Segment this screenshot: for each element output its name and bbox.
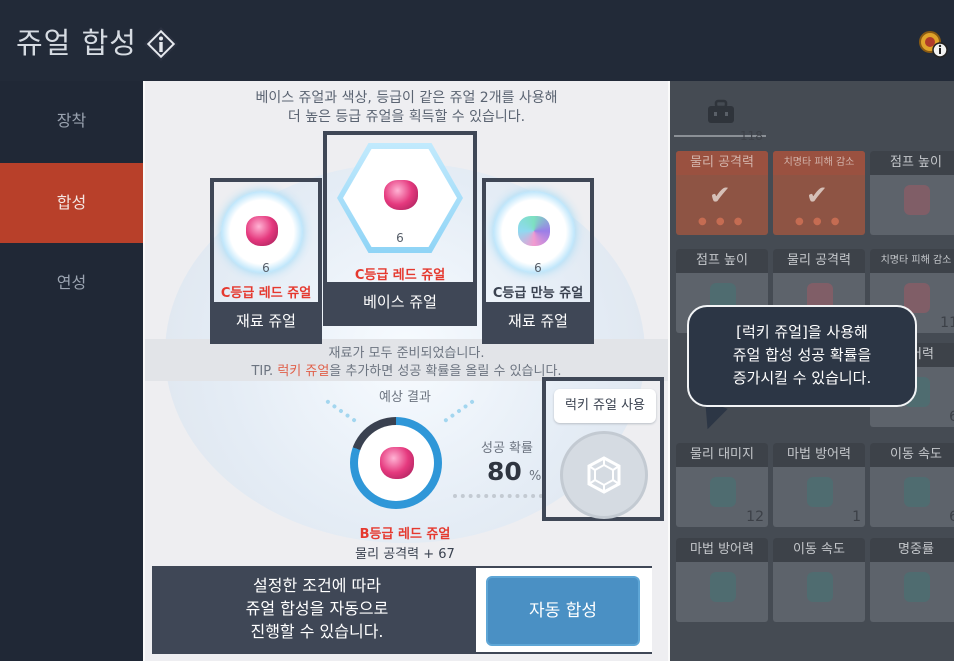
jewel-tile[interactable]: 치명타 피해 감소 ✔ ● ● ● xyxy=(773,151,865,235)
tile-label: 이동 속도 xyxy=(870,443,954,467)
slot-caption: 재료 쥬얼 xyxy=(214,302,318,340)
tile-count: 6 xyxy=(949,409,954,425)
jewel-icon xyxy=(904,572,930,602)
description: 베이스 쥬얼과 색상, 등급이 같은 쥬얼 2개를 사용해 더 높은 등급 쥬얼… xyxy=(145,89,668,127)
jewel-tile[interactable]: 물리 대미지 12 xyxy=(676,443,768,527)
top-bar: 쥬얼 합성 xyxy=(0,0,954,81)
result-ring-inner xyxy=(358,425,434,501)
ready-text: 재료가 모두 준비되었습니다. xyxy=(328,346,485,361)
jewel-tile[interactable]: 마법 방어력 1 xyxy=(773,443,865,527)
slot-caption: 베이스 쥬얼 xyxy=(327,282,473,322)
jewel-icon xyxy=(904,185,930,215)
lucky-jewel-button[interactable] xyxy=(560,431,648,519)
material-slot-right[interactable]: 6 C등급 만능 쥬얼 재료 쥬얼 xyxy=(482,178,594,344)
jewel-tile[interactable]: 물리 공격력 ✔ ● ● ● xyxy=(676,151,768,235)
dotted-connector xyxy=(453,494,543,498)
check-icon: ✔ xyxy=(709,181,731,211)
tile-label: 치명타 피해 감소 xyxy=(870,249,954,273)
red-jewel-icon xyxy=(384,180,418,210)
star-dots: ● ● ● xyxy=(795,216,843,227)
sidebar: 장착 합성 연성 xyxy=(0,81,143,661)
all-round-jewel-icon xyxy=(518,216,550,246)
lucky-jewel-label: 럭키 쥬얼 사용 xyxy=(554,389,656,423)
info-diamond-icon[interactable] xyxy=(143,26,179,62)
coin-info-icon[interactable] xyxy=(918,30,948,60)
red-jewel-icon xyxy=(380,447,414,479)
tile-label: 물리 공격력 xyxy=(773,249,865,273)
tile-label: 명중률 xyxy=(870,538,954,562)
jewel-count: 6 xyxy=(534,261,542,275)
base-slot[interactable]: 6 C등급 레드 쥬얼 베이스 쥬얼 xyxy=(323,131,477,326)
auto-text-line: 설정한 조건에 따라 xyxy=(253,576,381,595)
slot-caption: 재료 쥬얼 xyxy=(486,302,590,340)
tooltip-line: 증가시킬 수 있습니다. xyxy=(732,369,872,387)
tile-label: 물리 공격력 xyxy=(676,151,768,175)
jewel-tile[interactable]: 이동 속도 xyxy=(773,538,865,622)
tile-label: 점프 높이 xyxy=(676,249,768,273)
tile-label: 물리 대미지 xyxy=(676,443,768,467)
gem-outline-icon xyxy=(587,456,621,494)
sidebar-item-equip[interactable]: 장착 xyxy=(0,81,143,161)
tile-label: 점프 높이 xyxy=(870,151,954,175)
tile-label: 마법 방어력 xyxy=(773,443,865,467)
synthesis-panel: 베이스 쥬얼과 색상, 등급이 같은 쥬얼 2개를 사용해 더 높은 등급 쥬얼… xyxy=(143,81,670,661)
check-icon: ✔ xyxy=(806,181,828,211)
tile-label: 치명타 피해 감소 xyxy=(773,151,865,175)
sidebar-item-synthesis[interactable]: 합성 xyxy=(0,163,143,243)
sidebar-item-refine[interactable]: 연성 xyxy=(0,243,143,323)
coach-tooltip: [럭키 쥬얼]을 사용해 쥬얼 합성 성공 확률을 증가시킬 수 있습니다. xyxy=(687,305,917,407)
star-dots: ● ● ● xyxy=(698,216,746,227)
jewel-name: C등급 만능 쥬얼 xyxy=(492,286,584,301)
success-rate-label: 성공 확률 xyxy=(481,441,533,456)
jewel-count: 6 xyxy=(396,231,404,245)
tile-count: 12 xyxy=(746,509,764,525)
auto-text-line: 쥬얼 합성을 자동으로 xyxy=(245,599,389,618)
bag-icon xyxy=(708,99,734,123)
inventory-count: 118 xyxy=(740,129,763,143)
jewel-count: 6 xyxy=(262,261,270,275)
tooltip-line: [럭키 쥬얼]을 사용해 xyxy=(736,323,868,341)
jewel-icon xyxy=(904,477,930,507)
tile-count: 6 xyxy=(949,509,954,525)
tile-count: 1 xyxy=(852,509,861,525)
tip-band: 재료가 모두 준비되었습니다. TIP. 럭키 쥬얼을 추가하면 성공 확률을 … xyxy=(145,339,668,381)
jewel-tile[interactable]: 명중률 xyxy=(870,538,954,622)
jewel-tile[interactable]: 이동 속도 6 xyxy=(870,443,954,527)
auto-synthesis-button[interactable]: 자동 합성 xyxy=(486,576,640,646)
auto-text-line: 진행할 수 있습니다. xyxy=(250,622,384,641)
page-title: 쥬얼 합성 xyxy=(16,26,137,60)
tab-bag[interactable]: 118 xyxy=(674,95,766,143)
tip-rest: 을 추가하면 성공 확률을 올릴 수 있습니다. xyxy=(329,364,562,379)
auto-synthesis-bar: 설정한 조건에 따라 쥬얼 합성을 자동으로 진행할 수 있습니다. 자동 합성 xyxy=(152,566,652,654)
success-rate-unit: % xyxy=(529,469,542,484)
description-line: 베이스 쥬얼과 색상, 등급이 같은 쥬얼 2개를 사용해 xyxy=(255,90,558,106)
jewel-name: C등급 레드 쥬얼 xyxy=(354,268,446,283)
auto-synthesis-text: 설정한 조건에 따라 쥬얼 합성을 자동으로 진행할 수 있습니다. xyxy=(192,574,442,643)
lucky-jewel-slot[interactable]: 럭키 쥬얼 사용 xyxy=(542,377,664,521)
tip-prefix: TIP. xyxy=(251,364,274,379)
jewel-tile[interactable]: 마법 방어력 xyxy=(676,538,768,622)
jewel-icon xyxy=(710,572,736,602)
tip-accent: 럭키 쥬얼 xyxy=(277,364,330,379)
description-line: 더 높은 등급 쥬얼을 획득할 수 있습니다. xyxy=(287,109,526,125)
tooltip-line: 쥬얼 합성 성공 확률을 xyxy=(732,346,872,364)
jewel-icon xyxy=(710,477,736,507)
result-ring xyxy=(350,417,442,509)
material-slot-left[interactable]: 6 C등급 레드 쥬얼 재료 쥬얼 xyxy=(210,178,322,344)
tile-label: 마법 방어력 xyxy=(676,538,768,562)
red-jewel-icon xyxy=(246,216,278,246)
tile-label: 이동 속도 xyxy=(773,538,865,562)
success-rate-value: 80 xyxy=(487,457,522,486)
jewel-tile[interactable]: 점프 높이 xyxy=(870,151,954,235)
jewel-icon xyxy=(807,477,833,507)
jewel-name: C등급 레드 쥬얼 xyxy=(220,286,312,301)
tile-count: 11 xyxy=(940,315,954,331)
result-jewel-stat: 물리 공격력 + 67 xyxy=(355,547,455,562)
result-jewel-name: B등급 레드 쥬얼 xyxy=(359,527,451,542)
jewel-icon xyxy=(807,572,833,602)
